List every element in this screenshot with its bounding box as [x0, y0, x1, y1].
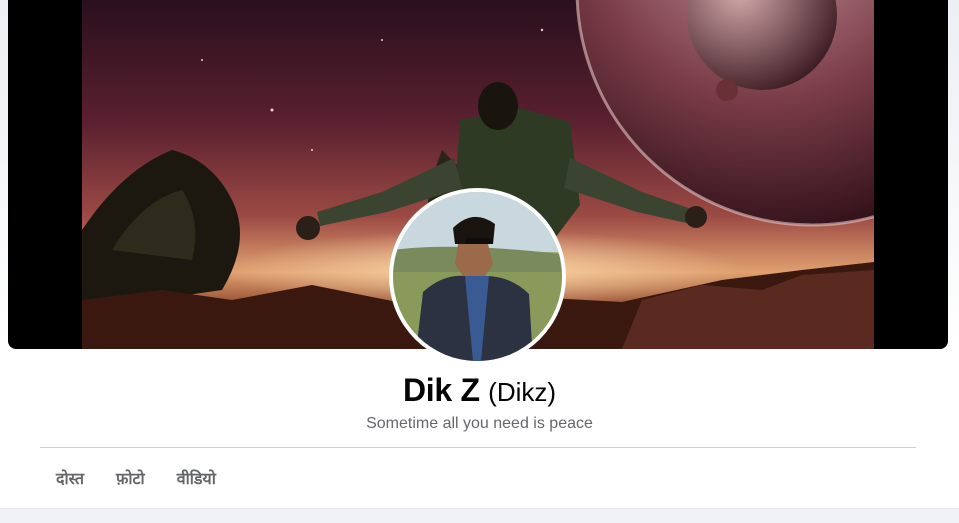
tab-videos[interactable]: वीडियो	[161, 448, 232, 508]
profile-name-line: Dik Z (Dikz)	[0, 372, 959, 409]
profile-bio: Sometime all you need is peace	[366, 415, 593, 432]
profile-alternate-name: (Dikz)	[488, 377, 557, 407]
tab-friends[interactable]: दोस्त	[40, 448, 100, 508]
profile-tabs: दोस्त फ़ोटो वीडियो	[40, 448, 232, 508]
page-footer-background	[0, 508, 959, 523]
profile-page: Dik Z (Dikz) Sometime all you need is pe…	[0, 0, 959, 523]
profile-picture	[393, 192, 562, 361]
profile-picture-frame[interactable]	[389, 188, 566, 365]
tab-photos[interactable]: फ़ोटो	[100, 448, 161, 508]
profile-name: Dik Z	[402, 372, 480, 408]
